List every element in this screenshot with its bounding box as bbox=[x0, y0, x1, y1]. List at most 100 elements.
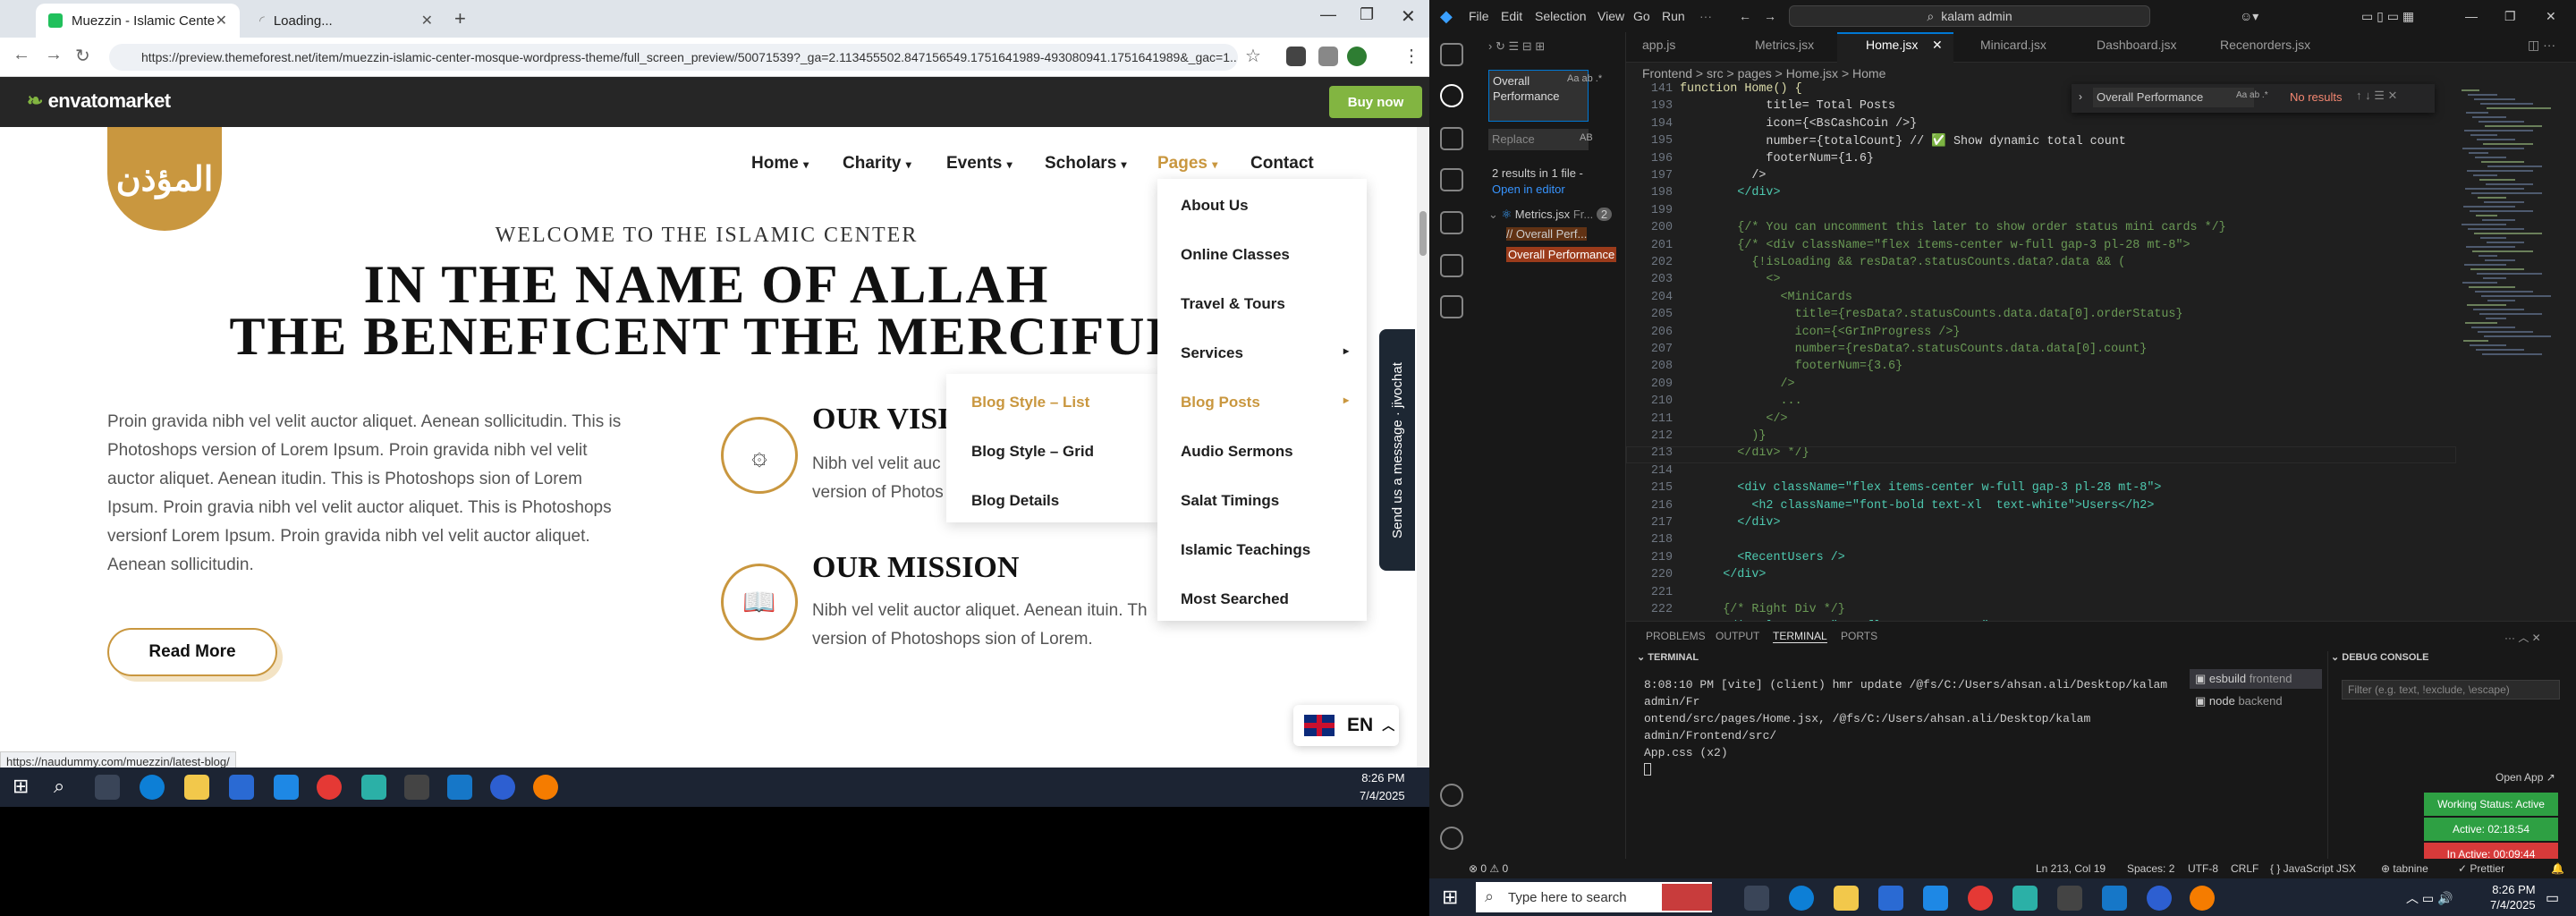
nav-charity[interactable]: Charity ▾ bbox=[843, 154, 911, 174]
search-icon[interactable]: ⌕ bbox=[54, 775, 64, 798]
chrome-menu-icon[interactable]: ⋮ bbox=[1402, 45, 1420, 67]
menu-selection[interactable]: Selection bbox=[1535, 9, 1587, 23]
postman-icon[interactable] bbox=[533, 775, 558, 800]
minimize-button[interactable]: — bbox=[2465, 9, 2478, 23]
chrome-icon[interactable] bbox=[317, 775, 342, 800]
search-result-1[interactable]: // Overall Perf... bbox=[1506, 227, 1588, 241]
page-scrollbar-thumb[interactable] bbox=[1419, 211, 1427, 256]
settings-gear-icon[interactable] bbox=[1440, 827, 1463, 850]
search-options[interactable]: Aa ab .* bbox=[1567, 73, 1602, 84]
menu-blog-style-list[interactable]: Blog Style – List bbox=[971, 394, 1089, 411]
minimize-button[interactable]: — bbox=[1320, 5, 1336, 24]
reload-icon[interactable]: ↻ bbox=[75, 45, 90, 67]
menu-islamic-teachings[interactable]: Islamic Teachings bbox=[1181, 541, 1310, 559]
language-mode[interactable]: { } JavaScript JSX bbox=[2270, 862, 2356, 875]
encoding[interactable]: UTF-8 bbox=[2188, 862, 2218, 875]
nav-home[interactable]: Home ▾ bbox=[751, 154, 809, 174]
panel-tab-output[interactable]: OUTPUT bbox=[1716, 630, 1759, 642]
menu-file[interactable]: File bbox=[1469, 9, 1489, 23]
language-switcher[interactable]: EN ︿ bbox=[1293, 705, 1399, 746]
profile-avatar[interactable] bbox=[1347, 47, 1367, 66]
terminal-icon[interactable] bbox=[404, 775, 429, 800]
terminal-item-frontend[interactable]: ▣ esbuild frontend bbox=[2190, 669, 2322, 689]
jivochat-widget[interactable]: Send us a message · jivochat bbox=[1379, 329, 1415, 571]
vpn-icon[interactable] bbox=[2012, 886, 2038, 911]
terminal-output[interactable]: 8:08:10 PM [vite] (client) hmr update /@… bbox=[1644, 676, 2181, 776]
mail-icon[interactable] bbox=[1923, 886, 1948, 911]
minimap[interactable] bbox=[2456, 82, 2555, 619]
zoom-icon[interactable] bbox=[2147, 886, 2172, 911]
panel-tab-ports[interactable]: PORTS bbox=[1841, 630, 1877, 642]
copilot-icon[interactable]: ☺▾ bbox=[2240, 9, 2258, 24]
menu-salat-timings[interactable]: Salat Timings bbox=[1181, 492, 1279, 510]
menu-travel-tours[interactable]: Travel & Tours bbox=[1181, 295, 1285, 313]
result-file-row[interactable]: ⌄ ⚛ Metrics.jsx Fr... 2 bbox=[1488, 208, 1613, 222]
panel-tab-problems[interactable]: PROBLEMS bbox=[1646, 630, 1706, 642]
open-in-editor-link[interactable]: Open in editor bbox=[1492, 182, 1565, 196]
cursor-position[interactable]: Ln 213, Col 19 bbox=[2036, 862, 2106, 875]
replace-all-icon[interactable]: AB bbox=[1580, 132, 1593, 143]
menu-about-us[interactable]: About Us bbox=[1181, 197, 1249, 215]
menu-services[interactable]: Services ▸ bbox=[1181, 344, 1349, 362]
vscode-icon[interactable] bbox=[2102, 886, 2127, 911]
store-icon[interactable] bbox=[1878, 886, 1903, 911]
tab-dashboard[interactable]: Dashboard.jsx bbox=[2097, 38, 2177, 52]
close-window-button[interactable]: ✕ bbox=[2546, 9, 2556, 24]
menu-run[interactable]: Run bbox=[1662, 9, 1685, 23]
menu-view[interactable]: View bbox=[1597, 9, 1624, 23]
nav-back-icon[interactable]: ← bbox=[1739, 9, 1751, 23]
nav-contact[interactable]: Contact bbox=[1250, 154, 1314, 174]
task-view-icon[interactable] bbox=[1744, 886, 1769, 911]
menu-blog-posts[interactable]: Blog Posts ▸ bbox=[1181, 394, 1349, 411]
store-icon[interactable] bbox=[229, 775, 254, 800]
split-editor-icon[interactable]: ◫ ··· bbox=[2528, 38, 2555, 53]
puzzle-icon[interactable] bbox=[1318, 47, 1338, 66]
extension-icon[interactable] bbox=[1286, 47, 1306, 66]
menu-online-classes[interactable]: Online Classes bbox=[1181, 246, 1290, 264]
postman-icon[interactable] bbox=[2190, 886, 2215, 911]
tab-app-js[interactable]: app.js bbox=[1642, 38, 1675, 52]
nav-events[interactable]: Events ▾ bbox=[946, 154, 1013, 174]
tab-metrics[interactable]: Metrics.jsx bbox=[1755, 38, 1814, 52]
debug-filter-input[interactable]: Filter (e.g. text, !exclude, \escape) bbox=[2342, 680, 2560, 700]
replace-input[interactable]: Replace bbox=[1488, 129, 1589, 150]
forward-arrow-icon[interactable]: → bbox=[45, 45, 63, 65]
run-debug-icon[interactable] bbox=[1440, 168, 1463, 191]
nav-pages[interactable]: Pages ▾ bbox=[1157, 154, 1217, 174]
source-control-icon[interactable] bbox=[1440, 127, 1463, 150]
layout-icons[interactable]: ▭ ▯ ▭ ▦ bbox=[2361, 9, 2414, 24]
remote-icon[interactable] bbox=[1440, 254, 1463, 277]
close-window-button[interactable]: ✕ bbox=[1401, 5, 1416, 28]
sidebar-icons[interactable]: › ↻ ☰ ⊟ ⊞ bbox=[1488, 39, 1545, 54]
nav-scholars[interactable]: Scholars ▾ bbox=[1045, 154, 1127, 174]
back-arrow-icon[interactable]: ← bbox=[13, 45, 30, 65]
browser-tab-active[interactable]: Muezzin - Islamic Center & M... ✕ bbox=[36, 4, 240, 38]
menu-go[interactable]: Go bbox=[1633, 9, 1650, 23]
panel-controls[interactable]: ··· ︿ ✕ bbox=[2504, 630, 2541, 645]
menu-most-searched[interactable]: Most Searched bbox=[1181, 590, 1289, 608]
task-view-icon[interactable] bbox=[95, 775, 120, 800]
maximize-button[interactable]: ❐ bbox=[1360, 5, 1374, 24]
maximize-button[interactable]: ❐ bbox=[2504, 9, 2516, 24]
tabnine-open-app[interactable]: Open App ↗ bbox=[2496, 771, 2555, 784]
read-more-button[interactable]: Read More bbox=[107, 628, 277, 676]
vpn-icon[interactable] bbox=[361, 775, 386, 800]
terminal-icon[interactable] bbox=[2057, 886, 2082, 911]
tab-home[interactable]: Home.jsx bbox=[1866, 38, 1918, 52]
close-tab-icon[interactable]: ✕ bbox=[421, 12, 433, 30]
chrome-icon[interactable] bbox=[1968, 886, 1993, 911]
zoom-icon[interactable] bbox=[490, 775, 515, 800]
search-icon[interactable] bbox=[1440, 84, 1463, 107]
close-tab-icon[interactable]: ✕ bbox=[216, 12, 227, 30]
terminal-item-backend[interactable]: ▣ node backend bbox=[2190, 691, 2322, 711]
bookmark-star-icon[interactable]: ☆ bbox=[1245, 45, 1261, 67]
account-icon[interactable] bbox=[1440, 784, 1463, 807]
windows-start-icon[interactable]: ⊞ bbox=[13, 775, 29, 798]
vscode-icon[interactable] bbox=[447, 775, 472, 800]
edge-icon[interactable] bbox=[140, 775, 165, 800]
find-nav-icons[interactable]: ↑ ↓ ☰ ✕ bbox=[2356, 89, 2397, 103]
menu-blog-details[interactable]: Blog Details bbox=[971, 492, 1059, 510]
url-bar[interactable]: https://preview.themeforest.net/item/mue… bbox=[109, 44, 1238, 71]
copilot-chat-icon[interactable] bbox=[1440, 295, 1463, 318]
windows-start-icon[interactable]: ⊞ bbox=[1442, 886, 1458, 909]
